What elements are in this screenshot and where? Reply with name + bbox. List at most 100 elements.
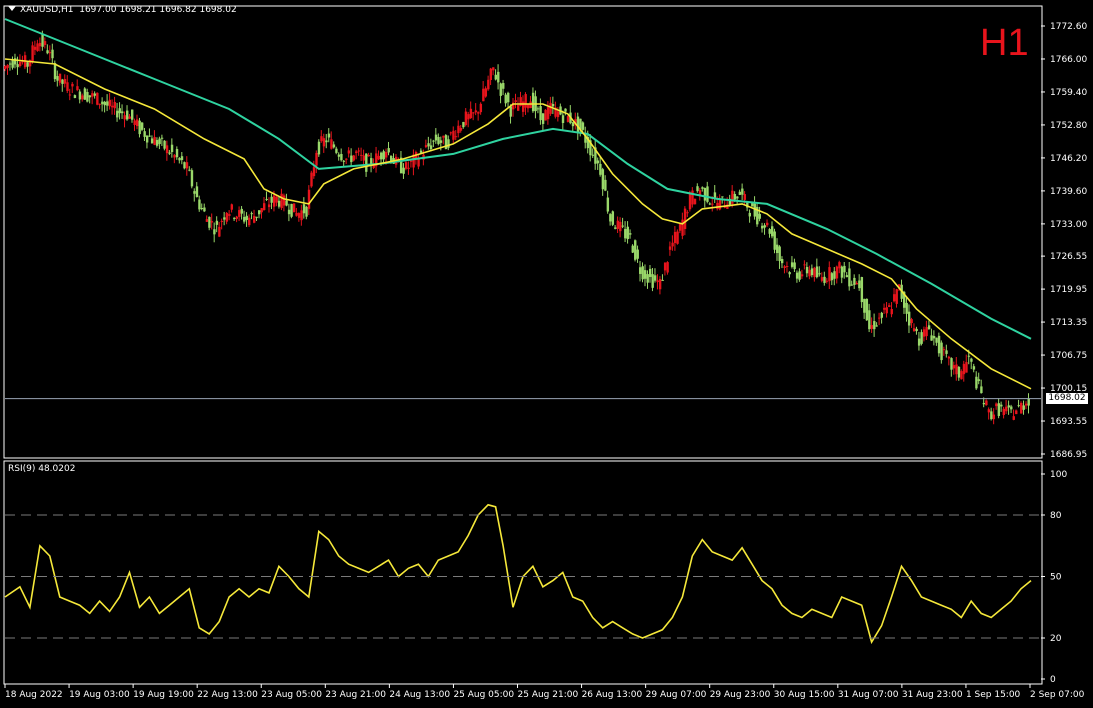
candle-body	[387, 148, 390, 153]
candle-body	[566, 116, 570, 122]
price-tick-label: 1686.95	[1050, 450, 1087, 460]
candle-body	[335, 148, 338, 153]
current-price-tag: 1698.02	[1046, 393, 1088, 404]
candle-body	[551, 104, 555, 107]
candle-body	[676, 231, 679, 244]
candle-body	[875, 325, 879, 327]
candle-body	[621, 225, 624, 227]
candle-body	[454, 136, 458, 138]
candle-body	[270, 196, 273, 203]
candle-body	[544, 109, 547, 121]
candle-body	[741, 188, 744, 195]
candle-body	[98, 103, 102, 105]
candle-body	[733, 193, 737, 200]
candle-body	[880, 312, 883, 318]
candle-body	[93, 93, 97, 96]
candle-body	[947, 356, 951, 359]
candle-body	[673, 231, 677, 244]
candle-body	[905, 302, 908, 314]
candle-body	[233, 218, 236, 220]
candle-body	[180, 156, 184, 161]
candle-body	[140, 122, 144, 130]
candle-body	[150, 138, 154, 144]
candle-body	[467, 114, 470, 120]
candle-body	[975, 376, 978, 389]
candle-body	[43, 41, 47, 45]
candle-body	[962, 363, 966, 375]
candle-body	[305, 206, 308, 217]
candle-body	[320, 136, 323, 142]
candle-body	[479, 103, 483, 113]
candle-body	[619, 221, 622, 232]
rsi-series	[4, 503, 1032, 645]
candle-body	[103, 101, 107, 106]
candle-body	[960, 371, 963, 380]
candle-body	[1027, 398, 1030, 406]
candle-body	[688, 192, 692, 210]
candle-body	[793, 262, 796, 270]
candle-body	[1002, 408, 1006, 416]
candle-body	[775, 244, 779, 253]
candle-body	[170, 144, 174, 153]
candle-body	[101, 101, 104, 105]
candle-body	[66, 82, 69, 91]
candle-body	[504, 94, 507, 104]
candle-body	[507, 92, 510, 103]
candle-body	[668, 246, 672, 250]
candle-body	[342, 160, 346, 162]
candle-body	[360, 154, 363, 156]
rsi-frame-box	[3, 460, 1043, 685]
candle-body	[255, 216, 258, 218]
candle-body	[907, 311, 911, 326]
candle-body	[210, 221, 214, 223]
candle-body	[771, 226, 774, 237]
chart-canvas: 1772.60 1766.00 1759.40 1752.80 1746.20 1739.…	[3, 5, 1087, 700]
candle-body	[163, 140, 166, 149]
price-tick-label: 1746.20	[1050, 154, 1087, 164]
candle-body	[648, 268, 652, 277]
candle-body	[482, 88, 485, 102]
candle-body	[205, 219, 209, 222]
chart-header: XAUUSD,H1 1697.00 1698.21 1696.82 1698.0…	[8, 5, 237, 15]
candle-body	[245, 215, 248, 220]
candle-body	[581, 122, 585, 130]
candle-body	[502, 83, 505, 89]
candle-body	[798, 271, 801, 280]
candle-body	[564, 108, 567, 112]
candle-body	[332, 144, 336, 148]
candle-body	[267, 204, 271, 208]
candle-body	[549, 102, 552, 114]
candle-body	[524, 94, 527, 108]
candle-body	[721, 196, 724, 198]
candle-body	[193, 191, 196, 194]
collapse-triangle-icon[interactable]	[8, 6, 16, 11]
candle-body	[347, 150, 351, 154]
candle-body	[731, 190, 734, 204]
candle-body	[716, 202, 719, 209]
candle-body	[33, 46, 37, 50]
candle-body	[813, 267, 816, 277]
candle-body	[1025, 403, 1028, 406]
candle-body	[795, 272, 799, 279]
candle-body	[970, 358, 973, 362]
candle-body	[843, 265, 846, 273]
candle-body	[178, 158, 181, 161]
candle-body	[407, 167, 410, 169]
candle-body	[521, 101, 525, 112]
candle-body	[1012, 416, 1015, 420]
candle-body	[920, 332, 923, 344]
candle-body	[539, 106, 542, 121]
candle-body	[402, 167, 405, 174]
candle-body	[910, 319, 913, 324]
candle-body	[835, 266, 839, 279]
candle-body	[96, 92, 99, 105]
candle-body	[175, 149, 179, 158]
time-tick-label: 30 Aug 15:00	[774, 690, 835, 700]
candle-body	[860, 277, 864, 303]
candle-body	[195, 186, 199, 198]
candle-body	[302, 204, 306, 214]
candle-body	[644, 270, 647, 279]
candle-body	[484, 88, 488, 97]
candle-body	[424, 145, 428, 148]
candle-body	[462, 122, 465, 128]
